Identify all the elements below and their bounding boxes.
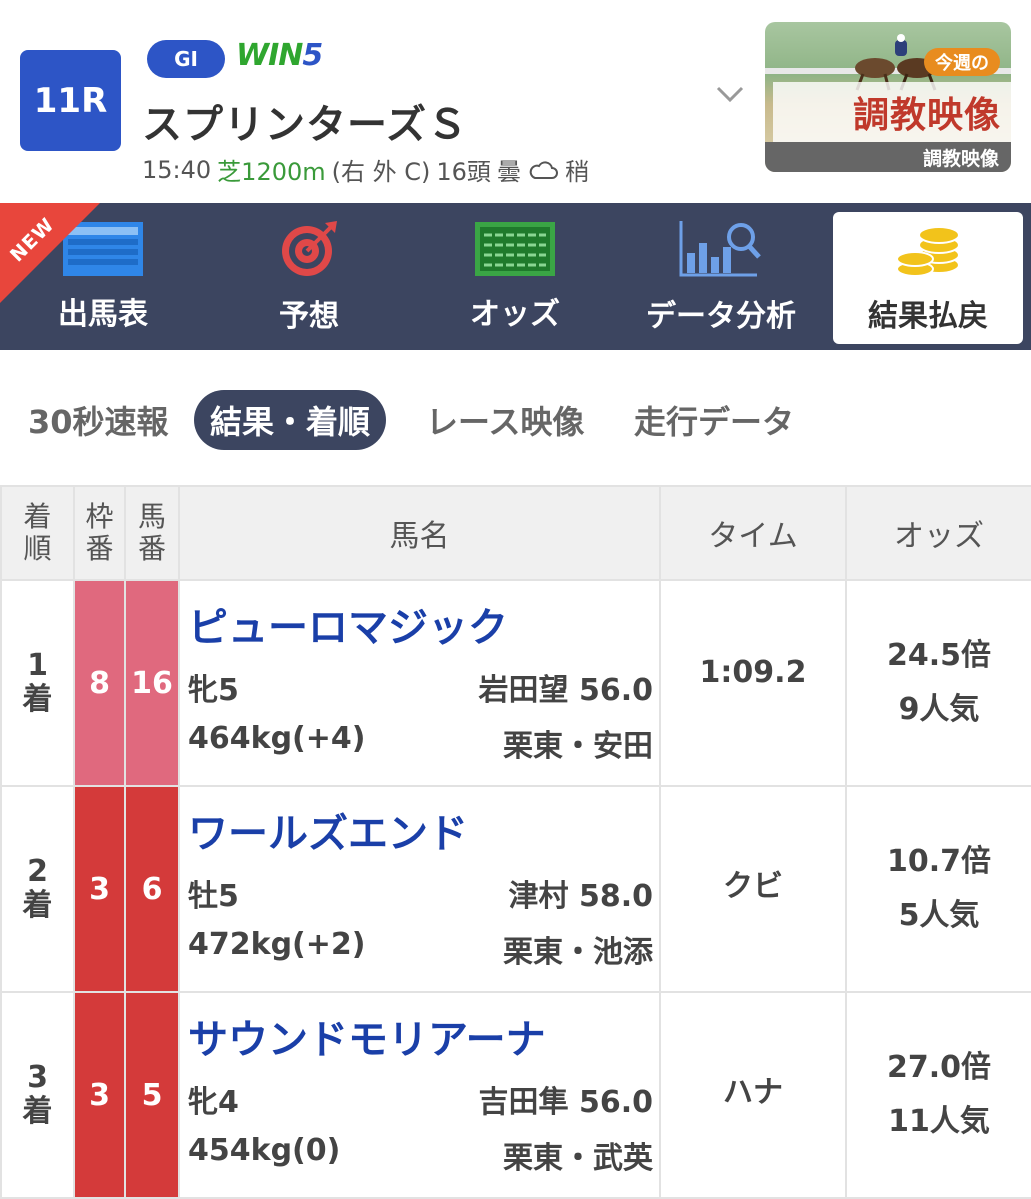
analytics-icon	[679, 220, 761, 276]
coins-icon	[896, 226, 960, 277]
horse-number: 16	[124, 579, 180, 787]
nav-results-payout[interactable]: 結果払戻	[833, 212, 1023, 344]
popularity: 9人気	[898, 692, 980, 727]
table-row: 1着 8 16 ピューロマジック 牝5 岩田望 56.0 464kg(+4) 栗東・…	[0, 579, 1031, 787]
win-odds: 10.7倍	[886, 844, 992, 879]
win5-logo: WIN5	[236, 38, 323, 73]
thumbnail-title-text: 調教映像	[852, 95, 1001, 136]
body-weight: 464kg(+4)	[188, 721, 366, 756]
jockey-weight[interactable]: 岩田望 56.0	[479, 665, 653, 709]
thumbnail-caption: 調教映像	[765, 142, 1011, 172]
thumbnail-title: 調教映像	[773, 82, 1011, 142]
odds-board-icon	[475, 221, 555, 276]
rank-suffix: 着	[22, 888, 53, 923]
rank-cell: 1着	[0, 579, 75, 787]
this-week-badge: 今週の	[924, 48, 1000, 76]
rank-number: 1	[27, 648, 48, 683]
rank-cell: 2着	[0, 785, 75, 993]
horse-cell: ピューロマジック 牝5 岩田望 56.0 464kg(+4) 栗東・安田	[178, 579, 661, 787]
col-header-horse-name: 馬名	[178, 485, 661, 581]
col-header-time: タイム	[659, 485, 847, 581]
odds-cell: 27.0倍 11人気	[845, 991, 1031, 1199]
jockey-weight[interactable]: 津村 58.0	[509, 871, 653, 915]
col-header-horse-no: 馬番	[124, 485, 180, 581]
horse-number: 5	[124, 991, 180, 1199]
finish-time: 1:09.2	[659, 579, 847, 787]
cloud-icon	[529, 160, 558, 179]
col-header-odds: オッズ	[845, 485, 1031, 581]
horse-cell: ワールズエンド 牡5 津村 58.0 472kg(+2) 栗東・池添	[178, 785, 661, 993]
horse-number: 6	[124, 785, 180, 993]
race-header: 11R GI WIN5 スプリンターズＳ 15:40 芝1200m (右 外 C…	[0, 0, 1031, 203]
col-header-frame: 枠番	[73, 485, 126, 581]
rank-number: 2	[27, 854, 48, 889]
frame-number: 8	[73, 579, 126, 787]
nav-odds[interactable]: オッズ	[412, 203, 618, 350]
nav-prediction-label: 予想	[279, 298, 339, 334]
results-table: 着順 枠番 馬番 馬名 タイム オッズ 1着 8 16 ピューロマジック 牝5 岩…	[0, 485, 1031, 1199]
popularity: 5人気	[898, 898, 980, 933]
finish-margin: クビ	[659, 785, 847, 993]
new-ribbon: NEW	[0, 203, 100, 303]
subtab-running-data[interactable]: 走行データ	[634, 390, 794, 450]
horse-name-link[interactable]: ピューロマジック	[188, 595, 653, 653]
result-subtabs: 30秒速報 結果・着順 レース映像 走行データ	[0, 350, 1031, 480]
body-weight: 472kg(+2)	[188, 927, 366, 962]
target-icon	[282, 220, 337, 276]
race-nav-bar: 出馬表 NEW 予想 オッズ データ分析 結果払戻	[0, 203, 1031, 350]
popularity: 11人気	[888, 1104, 990, 1139]
horse-cell: サウンドモリアーナ 牝4 吉田隼 56.0 454kg(0) 栗東・武英	[178, 991, 661, 1199]
stable-trainer[interactable]: 栗東・池添	[503, 927, 653, 971]
col-header-frame-text: 枠番	[85, 500, 114, 565]
sex-age: 牝5	[188, 673, 239, 708]
nav-data-analysis[interactable]: データ分析	[618, 203, 824, 350]
win-odds: 24.5倍	[886, 638, 992, 673]
subtab-30sec-report[interactable]: 30秒速報	[28, 390, 169, 450]
jockey-weight[interactable]: 吉田隼 56.0	[479, 1077, 653, 1121]
odds-cell: 24.5倍 9人気	[845, 579, 1031, 787]
odds-cell: 10.7倍 5人気	[845, 785, 1031, 993]
col-header-rank: 着順	[0, 485, 75, 581]
stable-trainer[interactable]: 栗東・安田	[503, 721, 653, 765]
grade-badge: GI	[147, 40, 225, 78]
distance: 芝1200m	[217, 158, 326, 186]
col-header-rank-text: 着順	[23, 500, 52, 565]
course: (右 外 C)	[331, 158, 431, 186]
runners: 16頭	[436, 158, 491, 186]
post-time: 15:40	[142, 155, 212, 184]
weather: 曇	[496, 158, 521, 186]
stable-trainer[interactable]: 栗東・武英	[503, 1133, 653, 1177]
body-weight: 454kg(0)	[188, 1133, 341, 1168]
nav-results-payout-label: 結果払戻	[868, 299, 988, 334]
frame-number: 3	[73, 785, 126, 993]
subtab-results-order[interactable]: 結果・着順	[194, 390, 387, 450]
race-info: 15:40 芝1200m (右 外 C) 16頭 曇 稍	[142, 152, 589, 187]
table-row: 2着 3 6 ワールズエンド 牡5 津村 58.0 472kg(+2) 栗東・池添 …	[0, 785, 1031, 993]
win5-logo-text: WIN	[236, 38, 303, 73]
frame-number: 3	[73, 991, 126, 1199]
rank-cell: 3着	[0, 991, 75, 1199]
rank-suffix: 着	[22, 682, 53, 717]
table-header-row: 着順 枠番 馬番 馬名 タイム オッズ	[0, 485, 1031, 581]
table-row: 3着 3 5 サウンドモリアーナ 牝4 吉田隼 56.0 454kg(0) 栗東・武…	[0, 991, 1031, 1199]
sex-age: 牝4	[188, 1085, 239, 1120]
nav-prediction[interactable]: 予想	[206, 203, 412, 350]
race-title: スプリンターズＳ	[142, 102, 468, 148]
horse-name-link[interactable]: サウンドモリアーナ	[188, 1007, 653, 1065]
win5-logo-number: 5	[302, 38, 323, 73]
nav-data-analysis-label: データ分析	[646, 298, 796, 334]
chevron-down-icon[interactable]	[710, 80, 750, 108]
race-number-badge: 11R	[20, 50, 121, 151]
going: 稍	[564, 158, 589, 186]
training-video-thumbnail[interactable]: 調教映像 調教映像	[765, 22, 1011, 172]
sex-age: 牡5	[188, 879, 239, 914]
horse-name-link[interactable]: ワールズエンド	[188, 801, 653, 859]
rank-suffix: 着	[22, 1094, 53, 1129]
rank-number: 3	[27, 1060, 48, 1095]
col-header-horse-no-text: 馬番	[137, 500, 166, 565]
finish-margin: ハナ	[659, 991, 847, 1199]
subtab-race-video[interactable]: レース映像	[426, 390, 584, 450]
win-odds: 27.0倍	[886, 1050, 992, 1085]
nav-odds-label: オッズ	[470, 296, 560, 332]
